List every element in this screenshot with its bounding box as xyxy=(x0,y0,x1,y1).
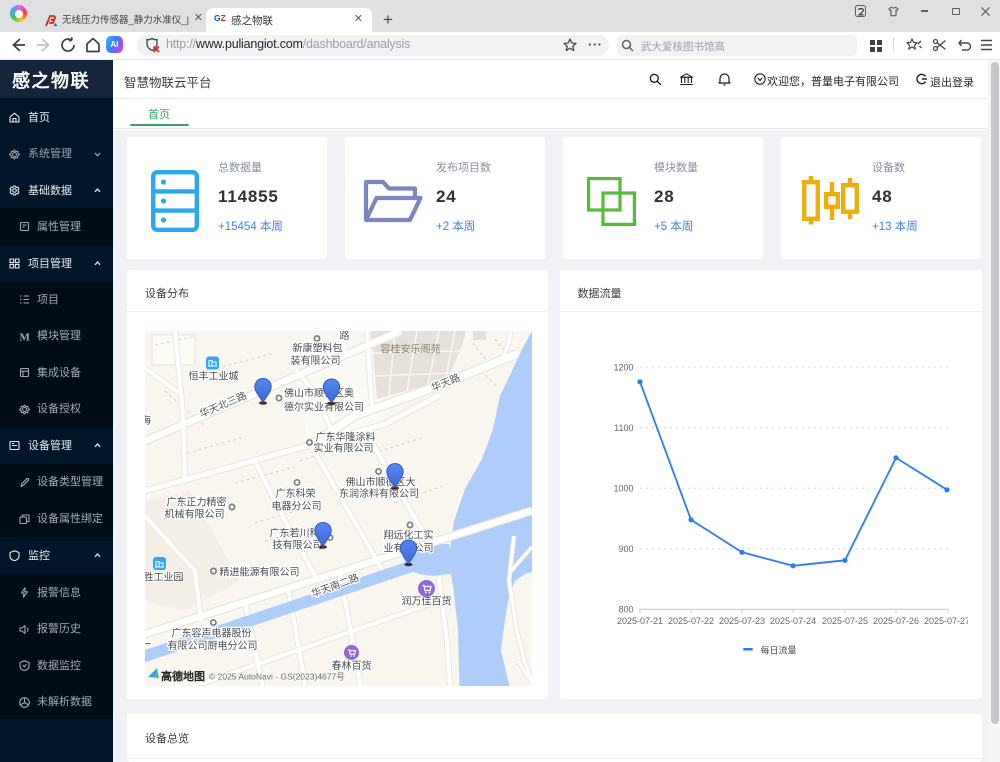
svg-text:广东科荣: 广东科荣 xyxy=(275,487,315,500)
svg-text:广东容声电器股份: 广东容声电器股份 xyxy=(171,626,251,639)
svg-text:装有限公司: 装有限公司 xyxy=(290,354,340,367)
svg-text:厂: 厂 xyxy=(145,643,151,654)
svg-text:高德地图: 高德地图 xyxy=(161,669,205,683)
svg-text:1100: 1100 xyxy=(614,423,633,433)
svg-text:新康塑料包: 新康塑料包 xyxy=(292,341,342,354)
svg-text:2025-07-24: 2025-07-24 xyxy=(770,616,816,626)
svg-text:1000: 1000 xyxy=(613,483,633,493)
svg-text:2025-07-22: 2025-07-22 xyxy=(668,616,714,626)
svg-text:© 2025 AutoNavi - GS(2023)4677: © 2025 AutoNavi - GS(2023)4677号 xyxy=(209,671,345,681)
svg-text:M: M xyxy=(20,331,31,342)
svg-text:2025-07-25: 2025-07-25 xyxy=(822,616,868,626)
svg-text:实业有限公司: 实业有限公司 xyxy=(313,441,373,454)
svg-text:东润涂料有限公司: 东润涂料有限公司 xyxy=(339,487,419,500)
svg-text:有限公司厨电分公司: 有限公司厨电分公司 xyxy=(167,639,257,652)
svg-text:每日流量: 每日流量 xyxy=(761,644,797,655)
svg-text:900: 900 xyxy=(618,544,633,554)
svg-text:恒丰工业城: 恒丰工业城 xyxy=(188,369,238,382)
svg-text:春林百货: 春林百货 xyxy=(331,659,371,672)
svg-text:路: 路 xyxy=(339,331,349,342)
svg-text:2025-07-27: 2025-07-27 xyxy=(924,616,968,626)
svg-text:技有限公司: 技有限公司 xyxy=(272,538,322,551)
svg-text:广东正力精密: 广东正力精密 xyxy=(166,495,226,508)
svg-text:800: 800 xyxy=(618,604,633,614)
svg-text:广东华隆涂料: 广东华隆涂料 xyxy=(315,430,375,443)
svg-text:2025-07-21: 2025-07-21 xyxy=(617,616,663,626)
svg-text:德尔实业有限公司: 德尔实业有限公司 xyxy=(284,400,364,413)
svg-text:海: 海 xyxy=(145,414,151,427)
svg-text:佛山市顺德区大: 佛山市顺德区大 xyxy=(345,475,415,488)
svg-text:精进能源有限公司: 精进能源有限公司 xyxy=(219,565,299,578)
svg-text:机械有限公司: 机械有限公司 xyxy=(164,507,224,520)
svg-text:胜工业园: 胜工业园 xyxy=(145,571,184,583)
svg-text:2025-07-23: 2025-07-23 xyxy=(719,616,765,626)
svg-text:容桂安乐阁苑: 容桂安乐阁苑 xyxy=(380,342,440,355)
svg-text:2025-07-26: 2025-07-26 xyxy=(873,616,919,626)
svg-text:1200: 1200 xyxy=(613,362,633,372)
svg-text:佛山市顺德区奥: 佛山市顺德区奥 xyxy=(284,386,354,399)
svg-text:广东若川科: 广东若川科 xyxy=(269,526,319,539)
svg-text:电器分公司: 电器分公司 xyxy=(271,499,321,512)
